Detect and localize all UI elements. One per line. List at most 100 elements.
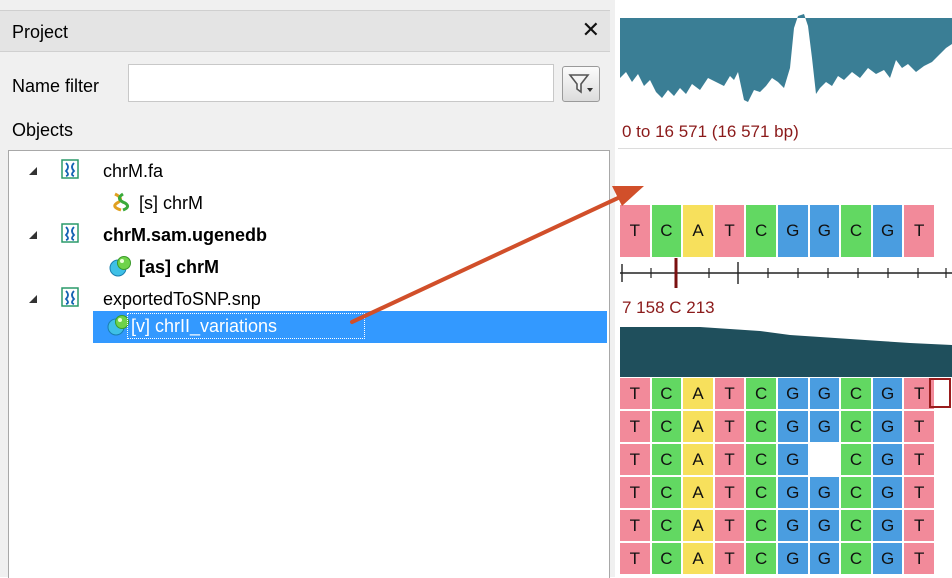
consensus-cell: T	[620, 205, 650, 257]
sequence-icon	[111, 191, 133, 213]
filter-icon	[568, 74, 593, 94]
ruler	[620, 258, 952, 288]
read-cell: A	[683, 411, 713, 442]
tree-item-label: chrM.sam.ugenedb	[103, 225, 268, 245]
tree-item-label: exportedToSNP.snp	[103, 289, 261, 309]
consensus-cell: T	[714, 205, 745, 257]
read-cell: T	[904, 411, 934, 442]
read-cell: T	[714, 378, 745, 409]
filter-button[interactable]	[562, 66, 600, 102]
read-cell: A	[683, 378, 713, 409]
read-cell: C	[651, 477, 682, 508]
read-cell: T	[904, 477, 934, 508]
consensus-cell: G	[778, 205, 808, 257]
read-cell: A	[683, 543, 713, 574]
read-cell: G	[809, 477, 840, 508]
consensus-cell: T	[904, 205, 934, 257]
tree-item-label: chrM.fa	[103, 161, 164, 181]
read-cell: G	[872, 543, 903, 574]
object-tree[interactable]: chrM.fa [s] chrM chrM.sam.ugenedb [as] c…	[8, 150, 610, 578]
read-cell: T	[714, 543, 745, 574]
tree-item-assembly[interactable]: [as] chrM	[9, 251, 607, 283]
name-filter-label: Name filter	[12, 76, 100, 96]
read-cell: T	[620, 510, 650, 541]
read-row: TCATCGGCGT	[620, 510, 952, 541]
read-cell: T	[620, 477, 650, 508]
read-cell: C	[746, 543, 776, 574]
divider	[618, 148, 952, 149]
consensus-cell: A	[683, 205, 713, 257]
position-label: 7 158 C 213	[622, 298, 715, 317]
read-cell: A	[683, 510, 713, 541]
read-cell: T	[904, 444, 934, 475]
panel-title: Project	[12, 22, 69, 42]
tree-item-variations[interactable]: [v] chrII_variations	[93, 311, 607, 343]
read-cell: C	[746, 444, 776, 475]
read-row: TCATCGGCGT	[620, 477, 952, 508]
read-cell	[809, 444, 840, 475]
consensus-cell: C	[746, 205, 776, 257]
tree-item-label: [s] chrM	[139, 193, 204, 213]
read-cell: G	[778, 477, 808, 508]
read-row: TCATCGGCGT	[620, 378, 952, 409]
read-cell: G	[809, 510, 840, 541]
read-row: TCATCGCGT	[620, 444, 952, 475]
read-cell: C	[841, 543, 871, 574]
consensus-cell: G	[872, 205, 903, 257]
read-cell: C	[651, 378, 682, 409]
read-cell: T	[904, 543, 934, 574]
objects-label: Objects	[12, 120, 74, 140]
position-cursor	[929, 378, 951, 408]
read-cell: G	[872, 477, 903, 508]
document-icon	[61, 159, 79, 179]
read-cell: G	[778, 411, 808, 442]
read-cell: T	[620, 378, 650, 409]
assembly-icon	[109, 255, 131, 277]
tree-item-label: [v] chrII_variations	[131, 316, 278, 336]
read-cell: T	[620, 411, 650, 442]
read-cell: G	[872, 378, 903, 409]
document-icon	[61, 287, 79, 307]
read-cell: G	[809, 411, 840, 442]
read-cell: G	[872, 510, 903, 541]
read-cell: C	[841, 510, 871, 541]
panel-header: Project ✕	[0, 10, 610, 52]
read-cell: C	[841, 411, 871, 442]
tree-item-chrm-sam-ugenedb[interactable]: chrM.sam.ugenedb	[9, 219, 607, 251]
close-icon[interactable]: ✕	[582, 17, 600, 43]
read-cell: G	[778, 444, 808, 475]
read-cell: C	[841, 444, 871, 475]
read-cell: G	[778, 510, 808, 541]
read-cell: C	[651, 411, 682, 442]
read-cell: C	[746, 510, 776, 541]
read-cell: C	[841, 378, 871, 409]
read-cell: C	[651, 444, 682, 475]
tree-item-sequence[interactable]: [s] chrM	[9, 187, 607, 219]
name-filter-input[interactable]	[128, 64, 554, 102]
tree-item-chrm-fa[interactable]: chrM.fa	[9, 155, 607, 187]
coverage-overview-graph[interactable]	[620, 8, 952, 112]
read-cell: T	[620, 444, 650, 475]
read-cell: T	[714, 510, 745, 541]
document-icon	[61, 223, 79, 243]
read-cell: T	[714, 444, 745, 475]
consensus-row: TCATCGGCGT	[620, 205, 952, 257]
read-cell: G	[872, 411, 903, 442]
read-cell: G	[778, 543, 808, 574]
read-cell: A	[683, 444, 713, 475]
read-cell: C	[746, 411, 776, 442]
read-row: TCATCGGCGT	[620, 411, 952, 442]
read-cell: C	[746, 378, 776, 409]
tree-item-label: [as] chrM	[139, 257, 220, 277]
read-cell: C	[651, 510, 682, 541]
read-cell: G	[872, 444, 903, 475]
assembly-view: 0 to 16 571 (16 571 bp) TCATCGGCGT 7 158…	[615, 0, 952, 577]
read-cell: T	[620, 543, 650, 574]
project-panel: Project ✕ Name filter Objects chrM.fa [s…	[0, 0, 612, 578]
coverage-band	[620, 327, 952, 377]
read-cell: C	[651, 543, 682, 574]
read-cell: G	[778, 378, 808, 409]
range-label: 0 to 16 571 (16 571 bp)	[622, 122, 799, 141]
read-cell: T	[714, 411, 745, 442]
read-cell: G	[809, 543, 840, 574]
